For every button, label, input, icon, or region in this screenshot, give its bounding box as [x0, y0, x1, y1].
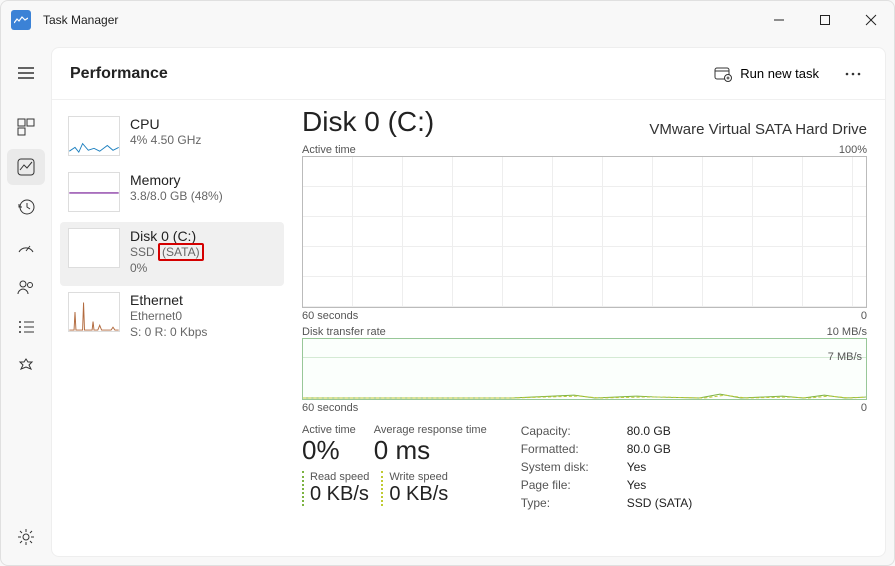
sidebar-item-ethernet[interactable]: Ethernet Ethernet0 S: 0 R: 0 Kbps — [60, 286, 284, 350]
perf-sidebar: CPU 4% 4.50 GHz Memory 3.8/8.0 GB (48%) … — [52, 100, 290, 556]
grid-icon — [17, 118, 35, 136]
stats-row: Active time 0% Average response time 0 m… — [302, 424, 867, 510]
services-icon — [17, 358, 35, 376]
read-speed-value: 0 KB/s — [310, 483, 369, 506]
read-speed-label: Read speed — [310, 471, 369, 483]
maximize-button[interactable] — [802, 1, 848, 39]
transfer-rate-chart: 7 MB/s — [302, 338, 867, 400]
cpu-thumb — [68, 116, 120, 156]
more-options-button[interactable] — [835, 59, 871, 89]
active-time-value: 0% — [302, 436, 356, 465]
disk-sub-pre: SSD — [130, 245, 158, 259]
item-title: Ethernet — [130, 292, 207, 308]
memory-thumb — [68, 172, 120, 212]
item-title: Memory — [130, 172, 223, 188]
ethernet-thumb — [68, 292, 120, 332]
nav-settings[interactable] — [7, 519, 45, 555]
run-new-task-button[interactable]: Run new task — [704, 62, 829, 86]
chart2-max: 10 MB/s — [827, 326, 867, 338]
chart2-xleft: 60 seconds — [302, 402, 358, 414]
body: CPU 4% 4.50 GHz Memory 3.8/8.0 GB (48%) … — [52, 100, 885, 556]
content-panel: Performance Run new task CPU 4% 4.50 GHz — [51, 47, 886, 557]
chart1-max: 100% — [839, 144, 867, 156]
titlebar: Task Manager — [1, 1, 894, 39]
main-panel: Disk 0 (C:) VMware Virtual SATA Hard Dri… — [290, 100, 885, 556]
nav-performance[interactable] — [7, 149, 45, 185]
list-icon — [17, 318, 35, 336]
nav-startup[interactable] — [7, 229, 45, 265]
avg-resp-value: 0 ms — [374, 436, 487, 465]
hamburger-icon — [17, 66, 35, 80]
sidebar-item-memory[interactable]: Memory 3.8/8.0 GB (48%) — [60, 166, 284, 222]
detail-model: VMware Virtual SATA Hard Drive — [649, 121, 867, 138]
disk-info-grid: Capacity: 80.0 GB Formatted: 80.0 GB Sys… — [521, 424, 693, 510]
formatted-key: Formatted: — [521, 442, 613, 456]
type-val: SSD (SATA) — [627, 496, 693, 510]
detail-title: Disk 0 (C:) — [302, 106, 434, 138]
system-disk-val: Yes — [627, 460, 693, 474]
run-new-task-label: Run new task — [740, 66, 819, 81]
window-controls — [756, 1, 894, 39]
sidebar-item-disk0[interactable]: Disk 0 (C:) SSD (SATA) 0% — [60, 222, 284, 286]
nav-processes[interactable] — [7, 109, 45, 145]
nav-details[interactable] — [7, 309, 45, 345]
item-title: Disk 0 (C:) — [130, 228, 204, 244]
item-sub: SSD (SATA) — [130, 245, 204, 260]
item-title: CPU — [130, 116, 201, 132]
minimize-button[interactable] — [756, 1, 802, 39]
write-speed-label: Write speed — [389, 471, 448, 483]
chart1-label: Active time — [302, 144, 356, 156]
performance-icon — [17, 158, 35, 176]
history-icon — [17, 198, 35, 216]
item-sub2: 0% — [130, 261, 204, 276]
nav-users[interactable] — [7, 269, 45, 305]
item-sub2: S: 0 R: 0 Kbps — [130, 325, 207, 340]
app-icon — [11, 10, 31, 30]
system-disk-key: System disk: — [521, 460, 613, 474]
more-icon — [845, 72, 861, 76]
app-title: Task Manager — [43, 13, 118, 27]
gear-icon — [17, 528, 35, 546]
sidebar-item-cpu[interactable]: CPU 4% 4.50 GHz — [60, 110, 284, 166]
chart1-xright: 0 — [861, 310, 867, 322]
nav-services[interactable] — [7, 349, 45, 385]
chart1-xleft: 60 seconds — [302, 310, 358, 322]
chart2-xright: 0 — [861, 402, 867, 414]
item-sub: 3.8/8.0 GB (48%) — [130, 189, 223, 204]
type-key: Type: — [521, 496, 613, 510]
item-sub: Ethernet0 — [130, 309, 207, 324]
item-sub: 4% 4.50 GHz — [130, 133, 201, 148]
page-header: Performance Run new task — [52, 48, 885, 100]
chart2-label: Disk transfer rate — [302, 326, 386, 338]
capacity-key: Capacity: — [521, 424, 613, 438]
pagefile-key: Page file: — [521, 478, 613, 492]
capacity-val: 80.0 GB — [627, 424, 693, 438]
pagefile-val: Yes — [627, 478, 693, 492]
active-time-chart — [302, 156, 867, 308]
gauge-icon — [17, 238, 35, 256]
run-task-icon — [714, 66, 732, 82]
nav-app-history[interactable] — [7, 189, 45, 225]
users-icon — [17, 278, 35, 296]
write-speed-value: 0 KB/s — [389, 483, 448, 506]
page-title: Performance — [70, 65, 168, 83]
disk-thumb — [68, 228, 120, 268]
sata-highlight: (SATA) — [158, 243, 204, 261]
close-button[interactable] — [848, 1, 894, 39]
nav-rail — [1, 39, 51, 565]
menu-button[interactable] — [7, 55, 45, 91]
formatted-val: 80.0 GB — [627, 442, 693, 456]
